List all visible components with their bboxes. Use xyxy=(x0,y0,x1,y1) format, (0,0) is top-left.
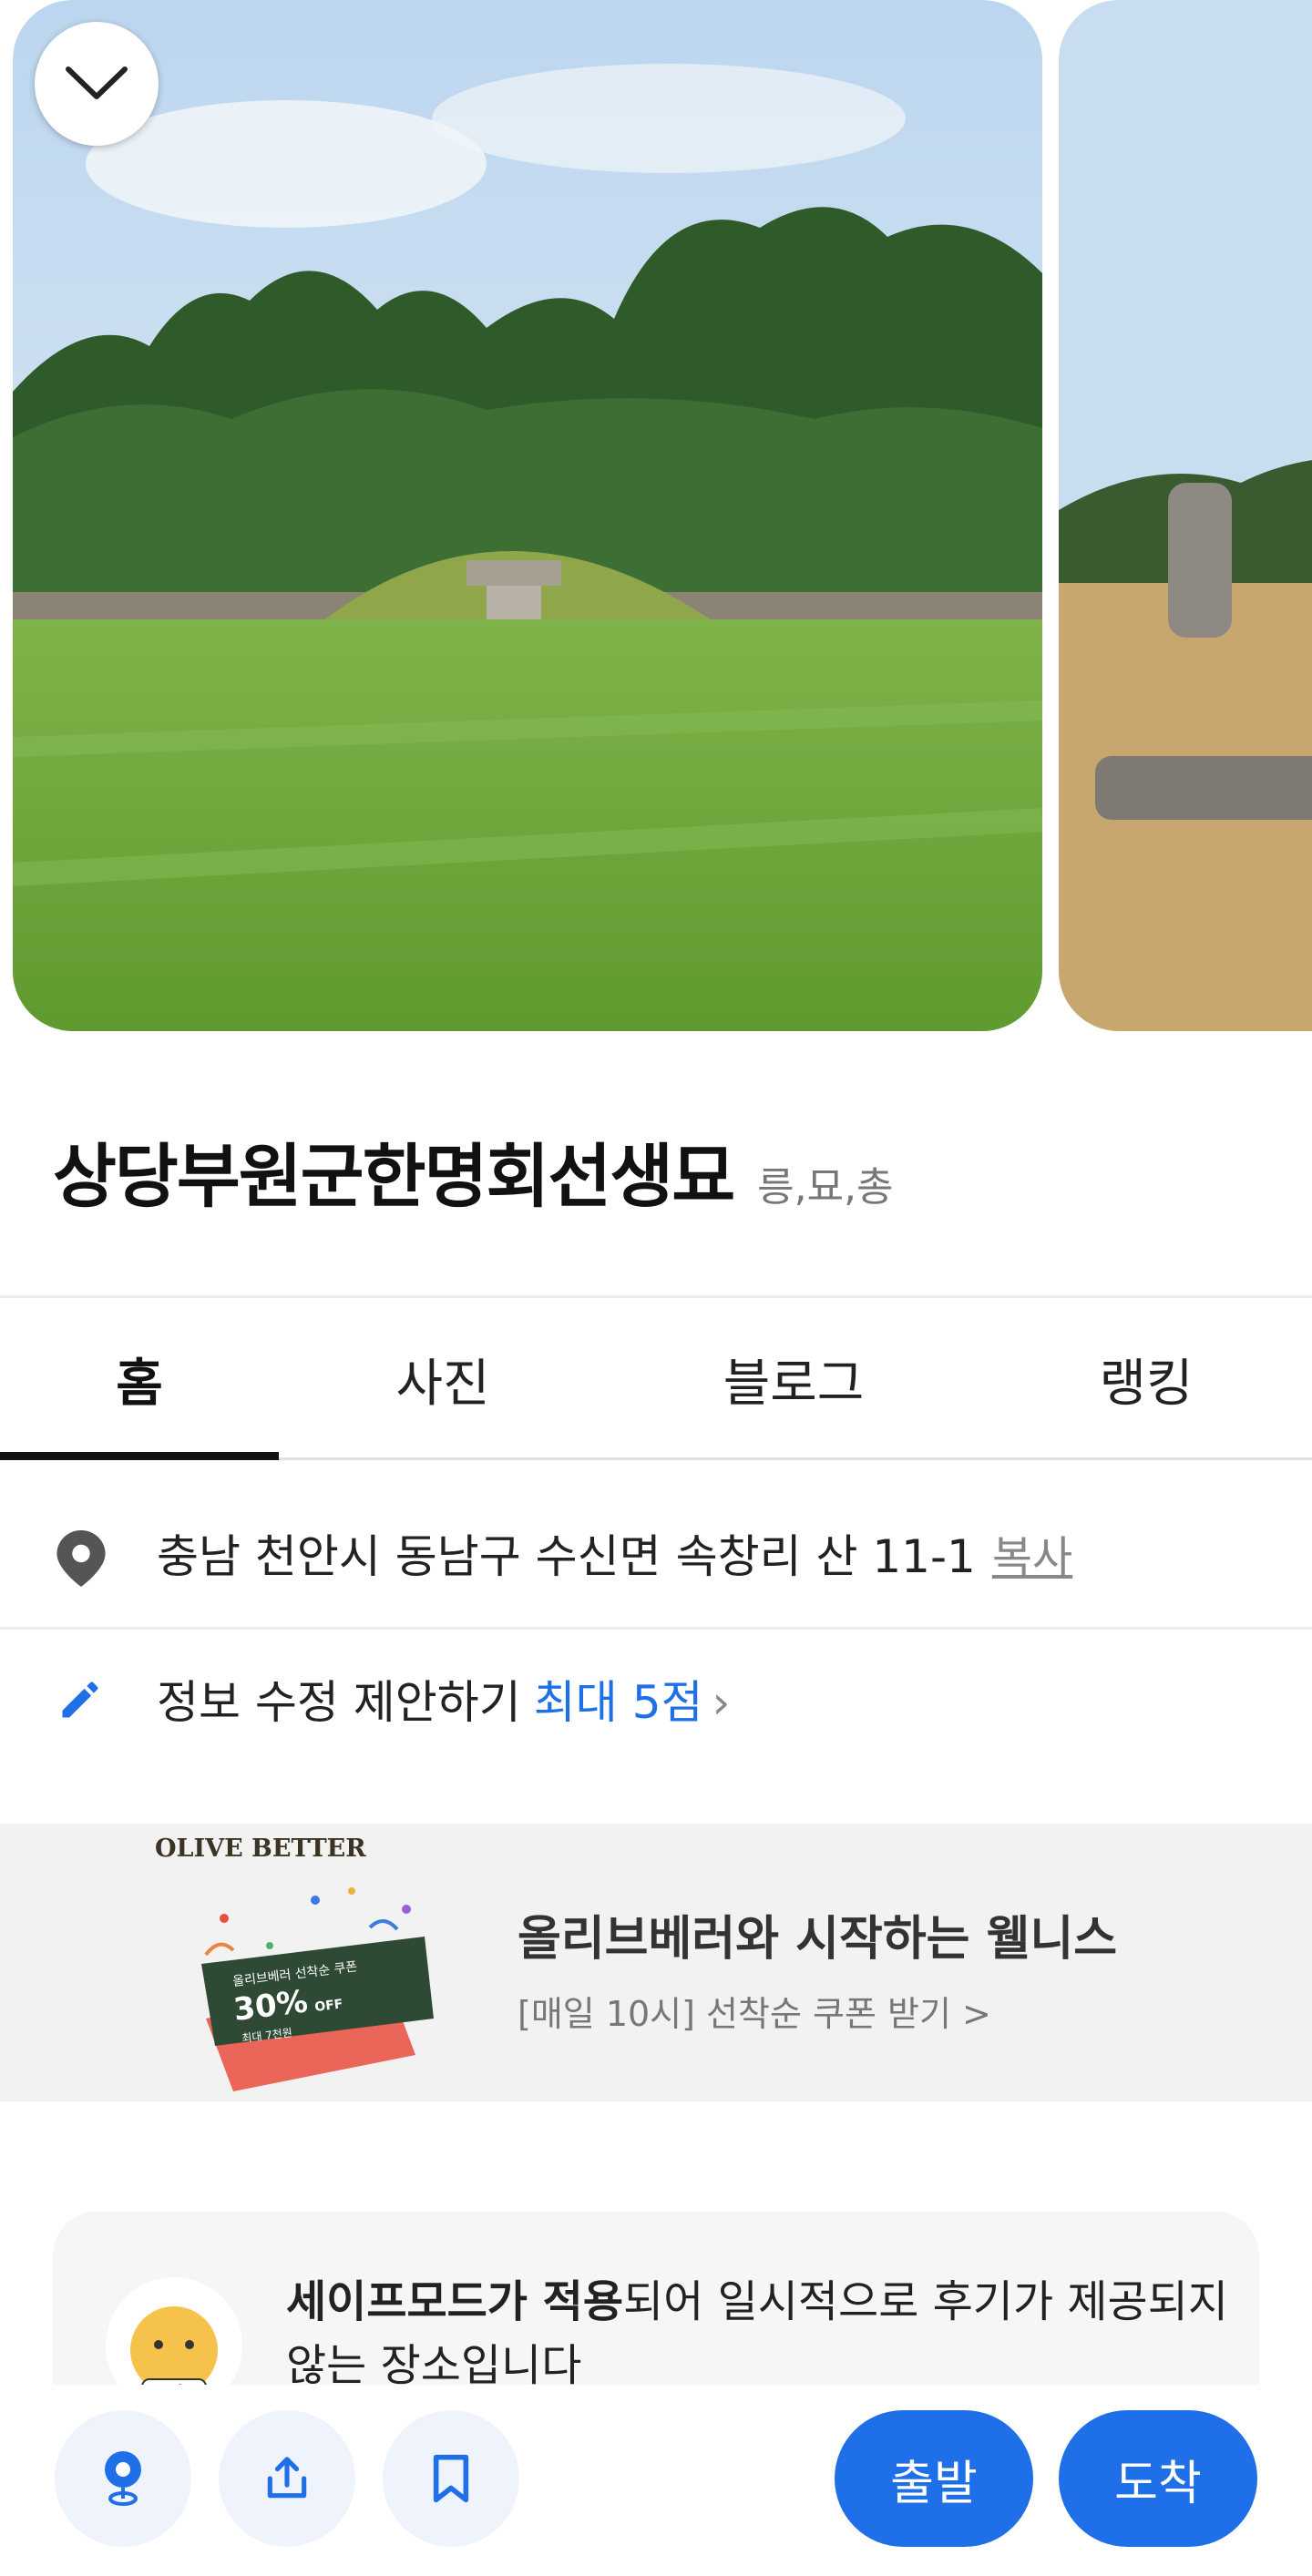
collapse-button[interactable] xyxy=(35,22,159,146)
tab-ranking[interactable]: 랭킹 xyxy=(980,1298,1312,1460)
depart-button[interactable]: 출발 xyxy=(835,2410,1033,2547)
location-pin-icon xyxy=(56,1530,106,1587)
tab-blog[interactable]: 블로그 xyxy=(607,1298,980,1460)
save-button[interactable] xyxy=(383,2410,519,2547)
edit-suggestion-label: 정보 수정 제안하기 xyxy=(157,1676,521,1729)
place-header: 상당부원군한명회선생묘 릉,묘,총 xyxy=(53,1120,894,1221)
place-title: 상당부원군한명회선생묘 xyxy=(53,1136,735,1217)
tab-photos[interactable]: 사진 xyxy=(279,1298,607,1460)
share-button[interactable] xyxy=(219,2410,355,2547)
bookmark-icon xyxy=(433,2454,469,2503)
place-photo-next[interactable] xyxy=(1059,0,1312,1031)
ad-subtitle: [매일 10시] 선착순 쿠폰 받기 > xyxy=(518,1994,991,2034)
place-photo-main[interactable] xyxy=(13,0,1042,1031)
chevron-right-icon: › xyxy=(712,1676,731,1729)
location-button[interactable] xyxy=(55,2410,191,2547)
notice-strong-text: 세이프모드가 적용 xyxy=(286,2276,623,2327)
copy-address-link[interactable]: 복사 xyxy=(992,1532,1072,1583)
address-row: 충남 천안시 동남구 수신면 속창리 산 11-1 복사 xyxy=(0,1476,1312,1630)
tab-bar: 홈 사진 블로그 랭킹 xyxy=(0,1298,1312,1460)
share-icon xyxy=(267,2457,307,2499)
coupon-illustration: 올리브베러 선착순 쿠폰 30% OFF 최대 7천원 xyxy=(201,1887,434,2091)
ad-title: 올리브베러와 시작하는 웰니스 xyxy=(518,1912,1118,1967)
tab-home[interactable]: 홈 xyxy=(0,1298,279,1460)
ad-brand: OLIVE BETTER xyxy=(155,1835,366,1863)
address-text: 충남 천안시 동남구 수신면 속창리 산 11-1 xyxy=(157,1530,976,1583)
tab-active-indicator xyxy=(0,1452,279,1460)
bottom-action-bar: 출발 도착 xyxy=(0,2385,1312,2576)
photo-carousel[interactable] xyxy=(0,0,1312,1034)
pencil-icon xyxy=(62,1682,98,1718)
arrive-button[interactable]: 도착 xyxy=(1059,2410,1257,2547)
ad-banner[interactable]: OLIVE BETTER 올리브베러 선착순 쿠폰 30% OFF 최대 7천원… xyxy=(0,1824,1312,2101)
edit-points-badge: 최대 5점 xyxy=(533,1676,703,1729)
location-marker-icon xyxy=(105,2451,141,2506)
edit-suggestion-row[interactable]: 정보 수정 제안하기 최대 5점 › xyxy=(0,1630,1312,1767)
place-category: 릉,묘,총 xyxy=(757,1164,894,1211)
divider xyxy=(0,1627,1312,1630)
chevron-down-icon xyxy=(66,66,128,99)
